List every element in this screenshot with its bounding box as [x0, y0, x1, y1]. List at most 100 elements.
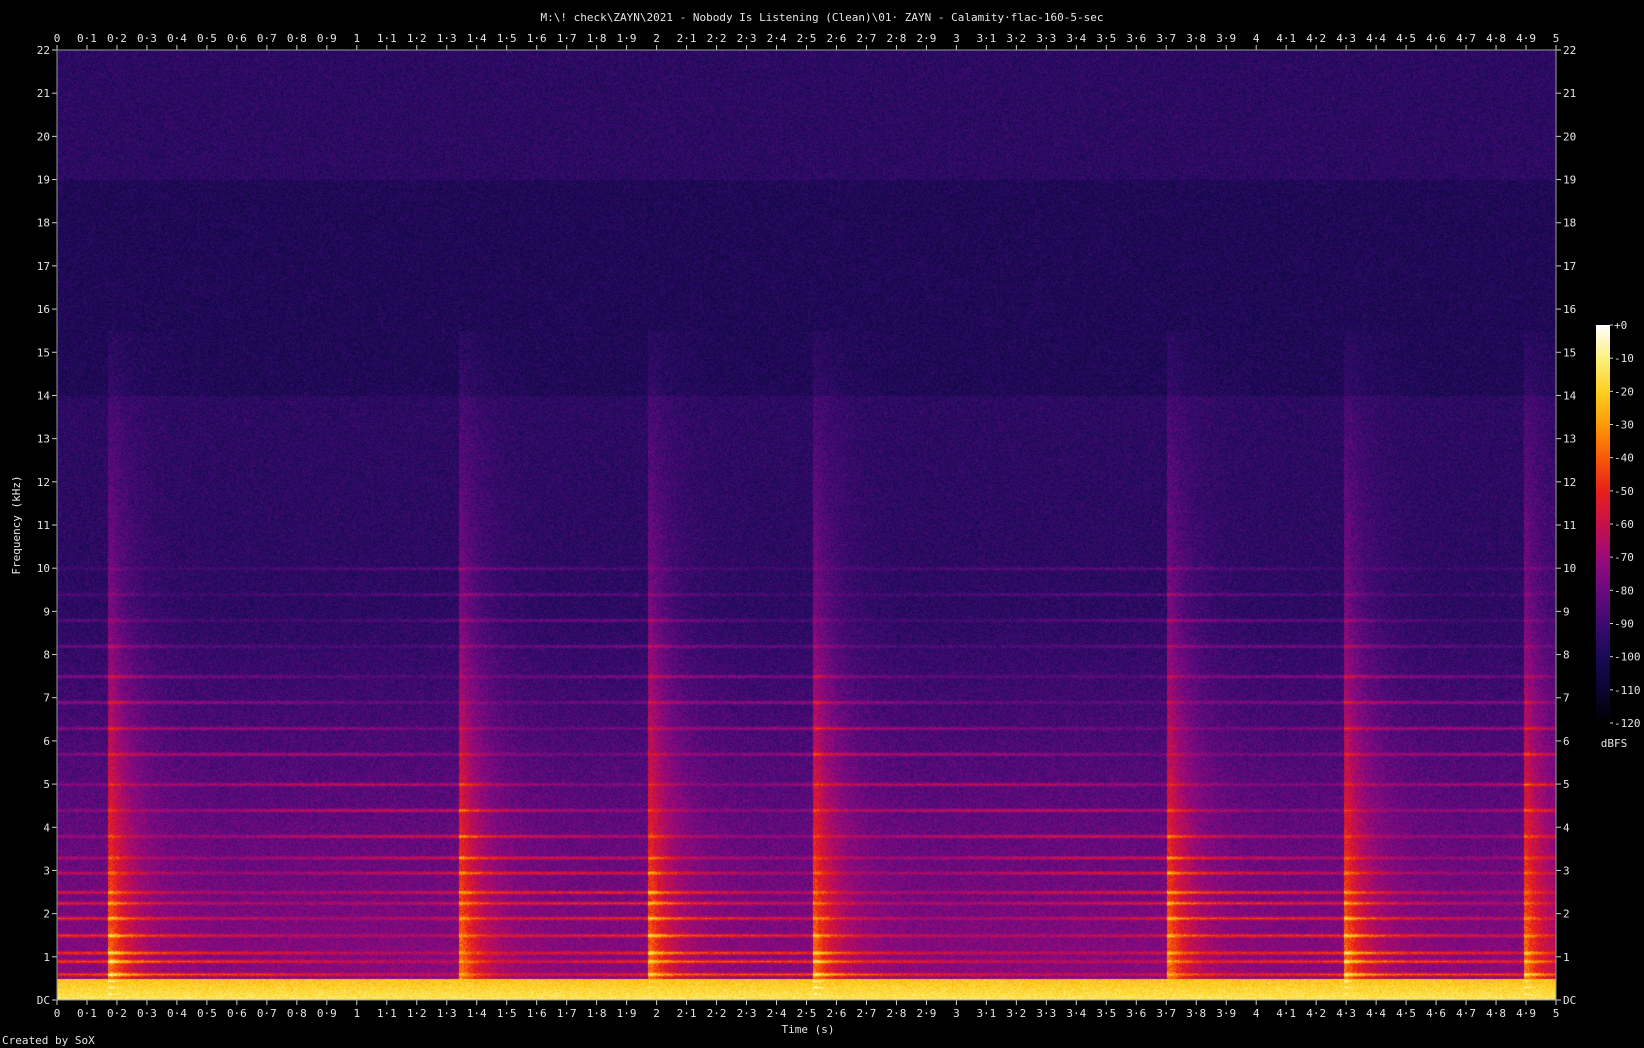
- x-tick-label-bottom: 4·8: [1486, 1007, 1506, 1020]
- x-axis-label: Time (s): [782, 1023, 835, 1036]
- x-tick-label-top: 3·7: [1156, 32, 1176, 45]
- y-tick-label-right: 14: [1563, 389, 1577, 402]
- x-tick-label-bottom: 3: [953, 1007, 960, 1020]
- y-axis-label: Frequency (kHz): [10, 475, 23, 574]
- x-tick-label-bottom: 0: [54, 1007, 61, 1020]
- x-tick-label-top: 0·9: [317, 32, 337, 45]
- y-tick-label-left: 2: [43, 908, 50, 921]
- x-tick-label-top: 3·5: [1096, 32, 1116, 45]
- colorbar-tick-label: -80: [1614, 584, 1634, 597]
- y-tick-label-right: 6: [1563, 735, 1570, 748]
- y-tick-label-left: 18: [37, 217, 50, 230]
- x-tick-label-bottom: 2·1: [677, 1007, 697, 1020]
- x-tick-label-bottom: 0·4: [167, 1007, 187, 1020]
- y-tick-label-right: 5: [1563, 778, 1570, 791]
- x-tick-label-top: 1·2: [407, 32, 427, 45]
- y-tick-label-left: 12: [37, 476, 50, 489]
- y-tick-label-left: 11: [37, 519, 50, 532]
- x-tick-label-top: 2: [653, 32, 660, 45]
- x-tick-label-bottom: 0·7: [257, 1007, 277, 1020]
- y-tick-label-right: DC: [1563, 994, 1576, 1007]
- x-tick-label-top: 5: [1553, 32, 1560, 45]
- y-tick-label-right: 8: [1563, 649, 1570, 662]
- colorbar-tick-label: -110: [1614, 684, 1641, 697]
- x-tick-label-bottom: 3·3: [1036, 1007, 1056, 1020]
- x-tick-label-top: 2·4: [767, 32, 787, 45]
- colorbar-tick-label: -70: [1614, 551, 1634, 564]
- y-tick-label-right: 13: [1563, 433, 1576, 446]
- y-tick-label-left: 19: [37, 174, 50, 187]
- x-tick-label-top: 0: [54, 32, 61, 45]
- x-tick-label-bottom: 2·8: [887, 1007, 907, 1020]
- y-tick-label-right: 9: [1563, 605, 1570, 618]
- x-tick-label-bottom: 3·9: [1216, 1007, 1236, 1020]
- x-tick-label-bottom: 2: [653, 1007, 660, 1020]
- x-tick-label-bottom: 4·6: [1426, 1007, 1446, 1020]
- x-tick-label-top: 3·3: [1036, 32, 1056, 45]
- colorbar: [1596, 325, 1610, 723]
- x-tick-label-bottom: 1·6: [527, 1007, 547, 1020]
- x-tick-label-top: 2·1: [677, 32, 697, 45]
- y-tick-label-right: 20: [1563, 130, 1576, 143]
- x-tick-label-top: 1: [353, 32, 360, 45]
- y-tick-label-left: 8: [43, 649, 50, 662]
- y-tick-label-right: 19: [1563, 174, 1576, 187]
- y-tick-label-left: 9: [43, 605, 50, 618]
- x-tick-label-top: 4: [1253, 32, 1260, 45]
- right-y-ticks: DC12345678910111213141516171819202122: [1556, 44, 1577, 1007]
- x-tick-label-top: 2·7: [857, 32, 877, 45]
- x-tick-label-bottom: 3·2: [1006, 1007, 1026, 1020]
- x-tick-label-bottom: 1·4: [467, 1007, 487, 1020]
- x-tick-label-top: 4·9: [1516, 32, 1536, 45]
- x-tick-label-top: 0·2: [107, 32, 127, 45]
- x-tick-label-bottom: 2·3: [737, 1007, 757, 1020]
- x-tick-label-top: 4·6: [1426, 32, 1446, 45]
- x-tick-label-top: 0·8: [287, 32, 307, 45]
- x-tick-label-top: 0·5: [197, 32, 217, 45]
- x-tick-label-bottom: 4·9: [1516, 1007, 1536, 1020]
- x-tick-label-bottom: 3·5: [1096, 1007, 1116, 1020]
- colorbar-label: dBFS: [1601, 737, 1628, 750]
- x-tick-label-bottom: 1·5: [497, 1007, 517, 1020]
- x-tick-label-top: 1·9: [617, 32, 637, 45]
- x-tick-label-top: 3·9: [1216, 32, 1236, 45]
- x-tick-label-top: 3·1: [976, 32, 996, 45]
- x-tick-label-bottom: 0·1: [77, 1007, 97, 1020]
- x-tick-label-top: 2·8: [887, 32, 907, 45]
- y-tick-label-left: DC: [37, 994, 50, 1007]
- colorbar-tick-label: -30: [1614, 419, 1634, 432]
- x-tick-label-top: 3·4: [1066, 32, 1086, 45]
- y-tick-label-right: 10: [1563, 562, 1576, 575]
- chart-title: M:\! check\ZAYN\2021 - Nobody Is Listeni…: [541, 11, 1104, 24]
- x-tick-label-bottom: 4: [1253, 1007, 1260, 1020]
- x-tick-label-top: 2·3: [737, 32, 757, 45]
- x-tick-label-bottom: 4·7: [1456, 1007, 1476, 1020]
- spectrogram-plot-area: [57, 50, 1556, 1000]
- x-tick-label-bottom: 1·1: [377, 1007, 397, 1020]
- colorbar-tick-label: -20: [1614, 385, 1634, 398]
- x-tick-label-top: 0·6: [227, 32, 247, 45]
- x-tick-label-bottom: 2·4: [767, 1007, 787, 1020]
- y-tick-label-left: 20: [37, 130, 50, 143]
- x-tick-label-bottom: 4·4: [1366, 1007, 1386, 1020]
- sox-credit: Created by SoX: [2, 1034, 95, 1047]
- x-tick-label-top: 3: [953, 32, 960, 45]
- x-tick-label-top: 0·1: [77, 32, 97, 45]
- y-tick-label-left: 13: [37, 433, 50, 446]
- y-tick-label-left: 16: [37, 303, 50, 316]
- y-tick-label-left: 3: [43, 864, 50, 877]
- y-tick-label-right: 2: [1563, 908, 1570, 921]
- x-tick-label-bottom: 2·9: [916, 1007, 936, 1020]
- y-tick-label-right: 22: [1563, 44, 1576, 57]
- x-tick-label-bottom: 2·2: [707, 1007, 727, 1020]
- x-tick-label-bottom: 3·8: [1186, 1007, 1206, 1020]
- x-tick-label-top: 3·8: [1186, 32, 1206, 45]
- x-tick-label-bottom: 1·8: [587, 1007, 607, 1020]
- y-tick-label-right: 21: [1563, 87, 1576, 100]
- y-tick-label-right: 17: [1563, 260, 1576, 273]
- colorbar-ticks: +0 -10 -20 -30 -40 -50 -60 -70 -80 -90 -100 -110 -12…: [1610, 319, 1641, 730]
- colorbar-tick-label: +0: [1614, 319, 1627, 332]
- x-tick-label-top: 1·3: [437, 32, 457, 45]
- y-tick-label-left: 4: [43, 821, 50, 834]
- bottom-x-ticks: 0 0·1 0·2 0·3 0·4 0·5 0·6 0·7 0·8 0·9 1 1·1 1·2 1·3 1·…: [54, 1000, 1559, 1020]
